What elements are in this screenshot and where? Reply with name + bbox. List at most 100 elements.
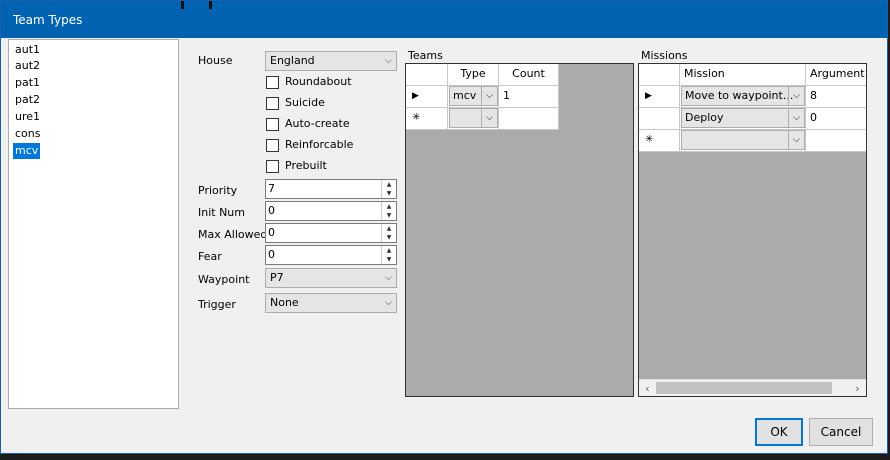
checkbox-box[interactable] (266, 76, 279, 89)
row-header[interactable]: ▶ (406, 86, 448, 108)
spinner[interactable]: ▲ ▼ (381, 246, 396, 264)
column-header-type[interactable]: Type (448, 64, 499, 86)
team-list-item-selected[interactable]: mcv (13, 143, 41, 159)
chevron-down-icon: ⌵ (788, 87, 804, 105)
row-header[interactable] (639, 108, 680, 130)
spin-down-icon[interactable]: ▼ (382, 255, 396, 264)
title-bar[interactable]: Team Types (1, 1, 887, 38)
chevron-down-icon: ⌵ (788, 109, 804, 127)
spinner[interactable]: ▲ ▼ (381, 180, 396, 198)
checkbox-label: Suicide (285, 96, 325, 109)
checkbox-label: Roundabout (285, 75, 352, 88)
max-allowed-label: Max Allowed (198, 228, 268, 241)
spin-down-icon[interactable]: ▼ (382, 189, 396, 198)
argument-cell[interactable]: 0 (806, 108, 866, 130)
new-row-icon: ✳ (645, 134, 654, 145)
grid-corner (639, 64, 680, 86)
spinner[interactable]: ▲ ▼ (381, 202, 396, 220)
house-label: House (198, 54, 233, 67)
team-list-item[interactable]: pat1 (13, 75, 42, 91)
init-num-input[interactable]: 0 ▲ ▼ (265, 201, 397, 221)
table-cell[interactable]: Deploy ⌵ (680, 108, 806, 130)
row-pointer-icon: ▶ (412, 91, 419, 101)
row-header[interactable]: ▶ (639, 86, 680, 108)
column-header-mission[interactable]: Mission (680, 64, 806, 86)
spin-down-icon[interactable]: ▼ (382, 233, 396, 242)
spin-up-icon[interactable]: ▲ (382, 180, 396, 189)
house-value: England (270, 54, 315, 67)
waypoint-select[interactable]: P7 ⌵ (265, 268, 397, 288)
team-list-item[interactable]: pat2 (13, 92, 42, 108)
spin-up-icon[interactable]: ▲ (382, 224, 396, 233)
checkbox-box[interactable] (266, 118, 279, 131)
argument-cell-new[interactable] (806, 130, 866, 152)
count-cell[interactable]: 1 (499, 86, 559, 108)
cancel-button[interactable]: Cancel (809, 418, 873, 446)
row-header[interactable]: ✳ (406, 108, 448, 130)
titlebar-notch (209, 1, 212, 9)
checkbox-box[interactable] (266, 139, 279, 152)
max-allowed-value: 0 (268, 226, 275, 239)
mission-value: Move to waypoint... (685, 89, 794, 102)
max-allowed-input[interactable]: 0 ▲ ▼ (265, 223, 397, 243)
spinner[interactable]: ▲ ▼ (381, 224, 396, 242)
mission-select[interactable]: Move to waypoint... ⌵ (681, 86, 805, 106)
grid-corner (406, 64, 448, 86)
spin-down-icon[interactable]: ▼ (382, 211, 396, 220)
missions-grid[interactable]: Mission Argument ▶ Move to waypoint... ⌵… (638, 63, 867, 397)
checkbox-label: Prebuilt (285, 159, 327, 172)
type-select-new[interactable]: ⌵ (449, 108, 498, 128)
trigger-select[interactable]: None ⌵ (265, 293, 397, 313)
scroll-left-icon[interactable]: ‹ (639, 380, 656, 397)
checkbox-box[interactable] (266, 160, 279, 173)
chevron-down-icon: ⌵ (385, 56, 392, 66)
fear-input[interactable]: 0 ▲ ▼ (265, 245, 397, 265)
ok-button[interactable]: OK (755, 418, 803, 446)
spin-up-icon[interactable]: ▲ (382, 202, 396, 211)
team-list-item[interactable]: aut1 (13, 42, 42, 58)
spin-up-icon[interactable]: ▲ (382, 246, 396, 255)
table-cell[interactable]: ⌵ (448, 108, 499, 130)
team-list[interactable]: aut1 aut2 pat1 pat2 ure1 cons mcv (8, 39, 179, 409)
checkbox-label: Auto-create (285, 117, 350, 130)
checkbox-box[interactable] (266, 97, 279, 110)
teams-label: Teams (408, 49, 443, 62)
missions-label: Missions (641, 49, 688, 62)
chevron-down-icon: ⌵ (481, 87, 497, 105)
mission-select-new[interactable]: ⌵ (681, 130, 805, 150)
type-select[interactable]: mcv ⌵ (449, 86, 498, 106)
teams-grid[interactable]: Type Count ▶ mcv ⌵ 1 ✳ ⌵ (405, 63, 634, 397)
trigger-label: Trigger (198, 298, 236, 311)
missions-hscrollbar[interactable]: ‹ › (639, 379, 866, 396)
waypoint-value: P7 (270, 271, 284, 284)
team-list-item[interactable]: cons (13, 126, 42, 142)
scroll-right-icon[interactable]: › (849, 380, 866, 397)
fear-value: 0 (268, 248, 275, 261)
team-list-item[interactable]: ure1 (13, 109, 42, 125)
mission-select[interactable]: Deploy ⌵ (681, 108, 805, 128)
trigger-value: None (270, 296, 299, 309)
chevron-down-icon: ⌵ (788, 131, 804, 149)
house-select[interactable]: England ⌵ (265, 51, 397, 71)
chevron-down-icon: ⌵ (385, 273, 392, 283)
priority-value: 7 (268, 182, 275, 195)
table-cell[interactable]: mcv ⌵ (448, 86, 499, 108)
team-list-item[interactable]: aut2 (13, 58, 42, 74)
table-cell[interactable]: ⌵ (680, 130, 806, 152)
scroll-thumb[interactable] (656, 382, 832, 394)
priority-input[interactable]: 7 ▲ ▼ (265, 179, 397, 199)
team-types-window: Team Types aut1 aut2 pat1 pat2 ure1 cons… (0, 0, 888, 454)
table-cell[interactable]: Move to waypoint... ⌵ (680, 86, 806, 108)
column-header-count[interactable]: Count (499, 64, 559, 86)
mission-value: Deploy (685, 111, 724, 124)
chevron-down-icon: ⌵ (385, 298, 392, 308)
row-header[interactable]: ✳ (639, 130, 680, 152)
waypoint-label: Waypoint (198, 273, 250, 286)
window-title: Team Types (13, 13, 83, 27)
column-header-argument[interactable]: Argument (806, 64, 866, 86)
argument-cell[interactable]: 8 (806, 86, 866, 108)
init-num-label: Init Num (198, 206, 245, 219)
checkbox-label: Reinforcable (285, 138, 354, 151)
count-cell-new[interactable] (499, 108, 559, 130)
type-value: mcv (453, 89, 477, 102)
